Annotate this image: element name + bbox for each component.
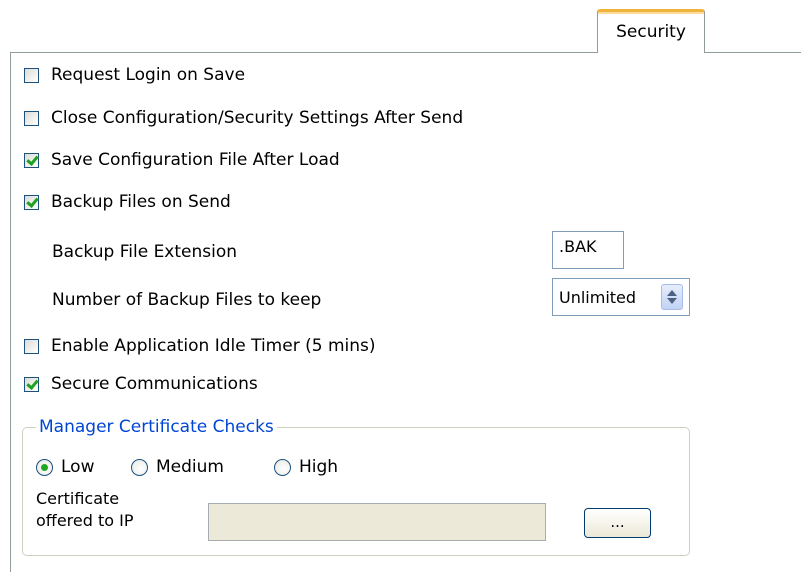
backup-count-row: Number of Backup Files to keep [52,290,321,310]
save-config-checkbox[interactable] [24,152,39,168]
backup-files-option[interactable]: Backup Files on Send [24,192,231,212]
cert-ip-label-line1: Certificate [36,489,120,508]
high-radio[interactable] [274,458,291,476]
cert-level-high[interactable]: High [274,457,338,477]
backup-count-spinner[interactable]: Unlimited [552,278,690,316]
tab-divider [10,52,598,53]
cert-ip-label: Certificate offered to IP [36,488,133,532]
low-label: Low [61,457,95,477]
close-settings-label: Close Configuration/Security Settings Af… [51,108,464,128]
request-login-checkbox[interactable] [24,67,39,83]
cert-ip-label-line2: offered to IP [36,511,134,530]
low-radio[interactable] [36,458,53,476]
backup-extension-label: Backup File Extension [52,242,238,262]
idle-timer-option[interactable]: Enable Application Idle Timer (5 mins) [24,336,376,356]
backup-files-label: Backup Files on Send [51,192,231,212]
backup-extension-input[interactable]: .BAK [552,231,624,269]
medium-radio[interactable] [131,458,148,476]
close-settings-option[interactable]: Close Configuration/Security Settings Af… [24,108,463,128]
tab-security-label: Security [616,22,686,42]
cert-level-medium[interactable]: Medium [131,457,224,477]
tab-divider [705,52,801,53]
tab-security[interactable]: Security [597,9,705,53]
close-settings-checkbox[interactable] [24,110,39,126]
backup-count-label: Number of Backup Files to keep [52,290,322,310]
browse-button[interactable]: ... [584,508,651,538]
backup-files-checkbox[interactable] [24,194,39,210]
medium-label: Medium [156,457,224,477]
backup-count-value: Unlimited [559,287,637,307]
request-login-option[interactable]: Request Login on Save [24,65,245,85]
idle-timer-label: Enable Application Idle Timer (5 mins) [51,336,376,356]
chevron-down-icon[interactable] [667,298,677,304]
save-config-label: Save Configuration File After Load [51,150,340,170]
secure-comms-label: Secure Communications [51,374,258,394]
idle-timer-checkbox[interactable] [24,338,39,354]
secure-comms-option[interactable]: Secure Communications [24,374,258,394]
backup-extension-row: Backup File Extension [52,242,237,262]
panel-border [10,52,11,572]
chevron-up-icon[interactable] [667,290,677,296]
cert-ip-field [208,503,546,541]
save-config-option[interactable]: Save Configuration File After Load [24,150,340,170]
cert-checks-legend: Manager Certificate Checks [36,416,277,438]
secure-comms-checkbox[interactable] [24,376,39,392]
request-login-label: Request Login on Save [51,65,246,85]
cert-level-low[interactable]: Low [36,457,94,477]
spin-buttons[interactable] [661,284,683,310]
high-label: High [299,457,339,477]
